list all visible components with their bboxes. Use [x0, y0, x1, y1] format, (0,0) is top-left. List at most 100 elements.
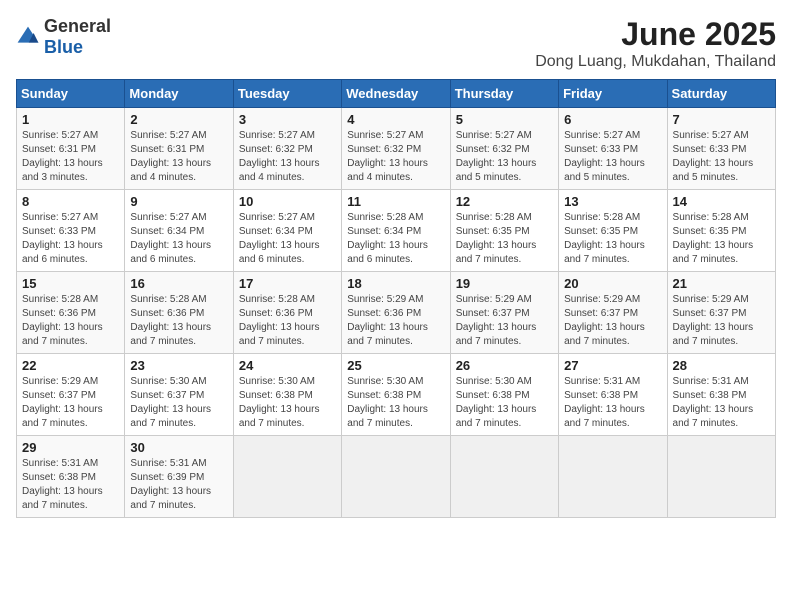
logo-blue: Blue [44, 37, 83, 57]
day-info: Sunrise: 5:31 AMSunset: 6:38 PMDaylight:… [22, 457, 119, 513]
calendar-cell: 15 Sunrise: 5:28 AMSunset: 6:36 PMDayligh… [17, 272, 125, 354]
calendar-cell: 12Sunrise: 5:28 AMSunset: 6:35 PMDayligh… [450, 190, 558, 272]
calendar-cell: 24 Sunrise: 5:30 AMSunset: 6:38 PMDayligh… [233, 354, 341, 436]
day-number: 8 [22, 194, 119, 209]
day-number: 13 [564, 194, 661, 209]
day-info: Sunrise: 5:27 AMSunset: 6:33 PMDaylight:… [673, 129, 770, 185]
day-info: Sunrise: 5:27 AMSunset: 6:32 PMDaylight:… [456, 129, 553, 185]
location-subtitle: Dong Luang, Mukdahan, Thailand [535, 53, 776, 71]
day-info: Sunrise: 5:27 AMSunset: 6:34 PMDaylight:… [239, 211, 336, 267]
calendar-cell: 4 Sunrise: 5:27 AMSunset: 6:32 PMDaylight… [342, 108, 450, 190]
calendar-cell [342, 436, 450, 518]
day-number: 4 [347, 112, 444, 127]
header-thursday: Thursday [450, 80, 558, 108]
day-info: Sunrise: 5:28 AMSunset: 6:35 PMDaylight:… [456, 211, 553, 267]
header-wednesday: Wednesday [342, 80, 450, 108]
day-info: Sunrise: 5:31 AMSunset: 6:39 PMDaylight:… [130, 457, 227, 513]
day-info: Sunrise: 5:29 AMSunset: 6:37 PMDaylight:… [456, 293, 553, 349]
calendar-cell [450, 436, 558, 518]
day-number: 20 [564, 276, 661, 291]
day-info: Sunrise: 5:27 AMSunset: 6:31 PMDaylight:… [22, 129, 119, 185]
calendar-cell: 17 Sunrise: 5:28 AMSunset: 6:36 PMDayligh… [233, 272, 341, 354]
header-friday: Friday [559, 80, 667, 108]
calendar-week-row: 29 Sunrise: 5:31 AMSunset: 6:38 PMDayligh… [17, 436, 776, 518]
day-info: Sunrise: 5:29 AMSunset: 6:37 PMDaylight:… [673, 293, 770, 349]
day-number: 17 [239, 276, 336, 291]
day-info: Sunrise: 5:31 AMSunset: 6:38 PMDaylight:… [673, 375, 770, 431]
day-number: 10 [239, 194, 336, 209]
day-info: Sunrise: 5:28 AMSunset: 6:36 PMDaylight:… [22, 293, 119, 349]
day-info: Sunrise: 5:28 AMSunset: 6:35 PMDaylight:… [564, 211, 661, 267]
title-section: June 2025 Dong Luang, Mukdahan, Thailand [535, 16, 776, 71]
day-info: Sunrise: 5:28 AMSunset: 6:36 PMDaylight:… [239, 293, 336, 349]
calendar-body: 1Sunrise: 5:27 AMSunset: 6:31 PMDaylight… [17, 108, 776, 518]
day-number: 19 [456, 276, 553, 291]
calendar-cell: 30Sunrise: 5:31 AMSunset: 6:39 PMDayligh… [125, 436, 233, 518]
day-number: 21 [673, 276, 770, 291]
calendar-cell: 10 Sunrise: 5:27 AMSunset: 6:34 PMDayligh… [233, 190, 341, 272]
calendar-cell: 18Sunrise: 5:29 AMSunset: 6:36 PMDayligh… [342, 272, 450, 354]
calendar-cell: 5 Sunrise: 5:27 AMSunset: 6:32 PMDaylight… [450, 108, 558, 190]
calendar-cell: 29 Sunrise: 5:31 AMSunset: 6:38 PMDayligh… [17, 436, 125, 518]
month-year-title: June 2025 [535, 16, 776, 53]
day-number: 27 [564, 358, 661, 373]
calendar-cell: 9 Sunrise: 5:27 AMSunset: 6:34 PMDaylight… [125, 190, 233, 272]
calendar-cell: 13 Sunrise: 5:28 AMSunset: 6:35 PMDayligh… [559, 190, 667, 272]
day-info: Sunrise: 5:30 AMSunset: 6:38 PMDaylight:… [239, 375, 336, 431]
calendar-cell: 1Sunrise: 5:27 AMSunset: 6:31 PMDaylight… [17, 108, 125, 190]
day-info: Sunrise: 5:27 AMSunset: 6:32 PMDaylight:… [239, 129, 336, 185]
day-number: 24 [239, 358, 336, 373]
day-info: Sunrise: 5:28 AMSunset: 6:35 PMDaylight:… [673, 211, 770, 267]
calendar-cell: 11Sunrise: 5:28 AMSunset: 6:34 PMDayligh… [342, 190, 450, 272]
calendar-cell: 8 Sunrise: 5:27 AMSunset: 6:33 PMDaylight… [17, 190, 125, 272]
calendar-cell: 3 Sunrise: 5:27 AMSunset: 6:32 PMDaylight… [233, 108, 341, 190]
calendar-week-row: 15 Sunrise: 5:28 AMSunset: 6:36 PMDayligh… [17, 272, 776, 354]
calendar-header-row: Sunday Monday Tuesday Wednesday Thursday… [17, 80, 776, 108]
day-number: 29 [22, 440, 119, 455]
calendar-cell: 25 Sunrise: 5:30 AMSunset: 6:38 PMDayligh… [342, 354, 450, 436]
day-info: Sunrise: 5:29 AMSunset: 6:37 PMDaylight:… [564, 293, 661, 349]
day-info: Sunrise: 5:27 AMSunset: 6:34 PMDaylight:… [130, 211, 227, 267]
day-number: 15 [22, 276, 119, 291]
day-info: Sunrise: 5:29 AMSunset: 6:36 PMDaylight:… [347, 293, 444, 349]
calendar-cell: 21 Sunrise: 5:29 AMSunset: 6:37 PMDayligh… [667, 272, 775, 354]
day-number: 5 [456, 112, 553, 127]
calendar-cell: 14Sunrise: 5:28 AMSunset: 6:35 PMDayligh… [667, 190, 775, 272]
day-number: 6 [564, 112, 661, 127]
calendar-cell: 20 Sunrise: 5:29 AMSunset: 6:37 PMDayligh… [559, 272, 667, 354]
calendar-cell: 6 Sunrise: 5:27 AMSunset: 6:33 PMDaylight… [559, 108, 667, 190]
calendar-cell: 16Sunrise: 5:28 AMSunset: 6:36 PMDayligh… [125, 272, 233, 354]
calendar-week-row: 8 Sunrise: 5:27 AMSunset: 6:33 PMDaylight… [17, 190, 776, 272]
day-info: Sunrise: 5:28 AMSunset: 6:36 PMDaylight:… [130, 293, 227, 349]
calendar-cell: 19 Sunrise: 5:29 AMSunset: 6:37 PMDayligh… [450, 272, 558, 354]
calendar-cell: 22 Sunrise: 5:29 AMSunset: 6:37 PMDayligh… [17, 354, 125, 436]
calendar-week-row: 1Sunrise: 5:27 AMSunset: 6:31 PMDaylight… [17, 108, 776, 190]
calendar-cell: 27 Sunrise: 5:31 AMSunset: 6:38 PMDayligh… [559, 354, 667, 436]
day-info: Sunrise: 5:27 AMSunset: 6:33 PMDaylight:… [564, 129, 661, 185]
logo-icon [16, 25, 40, 49]
day-number: 22 [22, 358, 119, 373]
page-header: General Blue June 2025 Dong Luang, Mukda… [16, 16, 776, 71]
day-info: Sunrise: 5:29 AMSunset: 6:37 PMDaylight:… [22, 375, 119, 431]
day-info: Sunrise: 5:30 AMSunset: 6:37 PMDaylight:… [130, 375, 227, 431]
day-number: 9 [130, 194, 227, 209]
day-number: 23 [130, 358, 227, 373]
day-info: Sunrise: 5:30 AMSunset: 6:38 PMDaylight:… [347, 375, 444, 431]
calendar-week-row: 22 Sunrise: 5:29 AMSunset: 6:37 PMDayligh… [17, 354, 776, 436]
day-info: Sunrise: 5:31 AMSunset: 6:38 PMDaylight:… [564, 375, 661, 431]
day-number: 25 [347, 358, 444, 373]
day-number: 11 [347, 194, 444, 209]
header-saturday: Saturday [667, 80, 775, 108]
header-tuesday: Tuesday [233, 80, 341, 108]
logo-text: General Blue [44, 16, 111, 58]
day-info: Sunrise: 5:27 AMSunset: 6:31 PMDaylight:… [130, 129, 227, 185]
day-number: 3 [239, 112, 336, 127]
header-sunday: Sunday [17, 80, 125, 108]
calendar-cell [233, 436, 341, 518]
calendar-table: Sunday Monday Tuesday Wednesday Thursday… [16, 79, 776, 518]
logo: General Blue [16, 16, 111, 58]
calendar-cell [559, 436, 667, 518]
day-info: Sunrise: 5:27 AMSunset: 6:33 PMDaylight:… [22, 211, 119, 267]
calendar-cell: 26Sunrise: 5:30 AMSunset: 6:38 PMDayligh… [450, 354, 558, 436]
day-info: Sunrise: 5:27 AMSunset: 6:32 PMDaylight:… [347, 129, 444, 185]
